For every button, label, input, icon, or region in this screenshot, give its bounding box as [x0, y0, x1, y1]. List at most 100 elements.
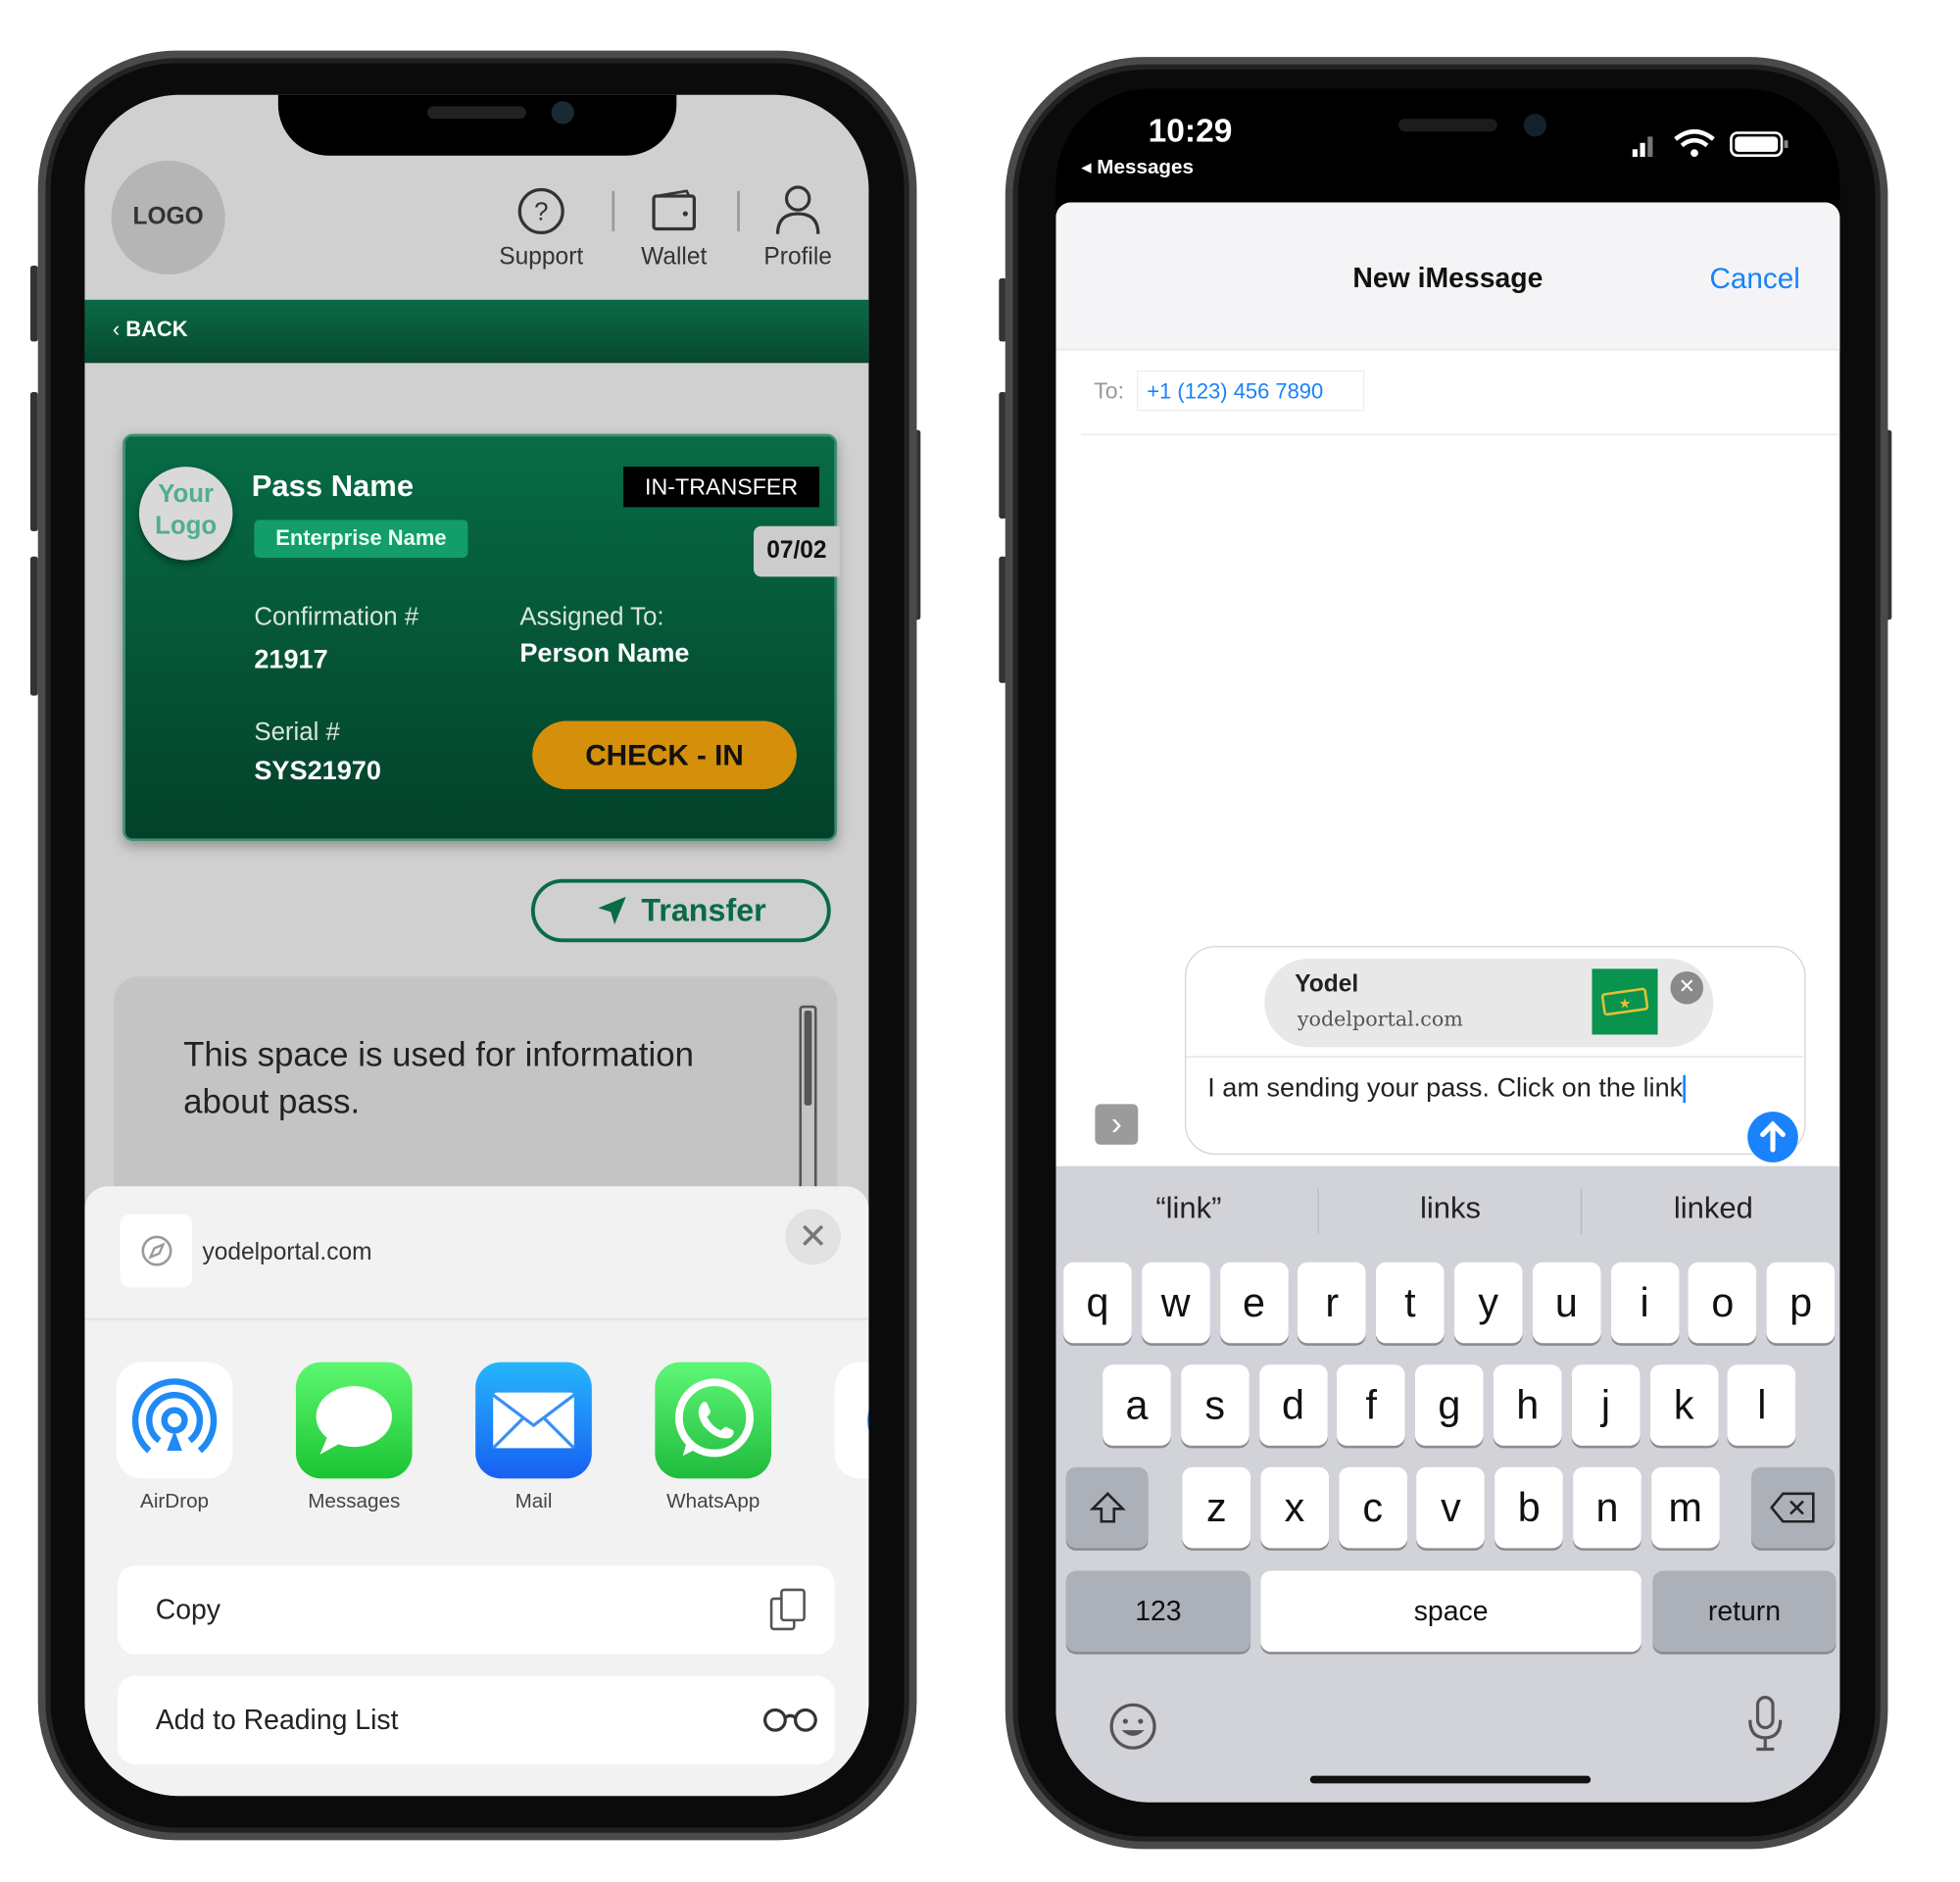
- pass-card: Your Logo Pass Name Enterprise Name IN-T…: [122, 433, 840, 842]
- key-n[interactable]: n: [1573, 1466, 1642, 1549]
- nav-wallet-label: Wallet: [641, 244, 708, 272]
- key-z[interactable]: z: [1182, 1466, 1251, 1549]
- key-s[interactable]: s: [1180, 1364, 1250, 1446]
- recipient-field[interactable]: +1 (123) 456 7890: [1136, 371, 1365, 412]
- home-indicator[interactable]: [1309, 1775, 1592, 1784]
- nav-wallet[interactable]: Wallet: [617, 186, 731, 272]
- check-in-button[interactable]: CHECK - IN: [532, 720, 797, 790]
- key-k[interactable]: k: [1649, 1364, 1718, 1446]
- copy-icon: [769, 1588, 806, 1631]
- key-i[interactable]: i: [1610, 1262, 1679, 1344]
- divider: [1580, 1188, 1583, 1235]
- status-badge: IN-TRANSFER: [623, 467, 820, 508]
- add-to-reading-list-action[interactable]: Add to Reading List: [117, 1675, 835, 1764]
- share-app-whatsapp[interactable]: WhatsApp: [655, 1362, 772, 1514]
- suggestion-2[interactable]: linked: [1587, 1191, 1839, 1226]
- emoji-button[interactable]: [1107, 1701, 1158, 1752]
- key-b[interactable]: b: [1494, 1466, 1564, 1549]
- arrow-up-icon: [1760, 1120, 1786, 1153]
- nav-profile-label: Profile: [763, 244, 832, 272]
- suggestion-1[interactable]: links: [1324, 1191, 1577, 1226]
- compass-icon: [140, 1235, 172, 1266]
- info-scrollbar[interactable]: [799, 1005, 817, 1209]
- key-h[interactable]: h: [1493, 1364, 1562, 1446]
- apps-expand-button[interactable]: ›: [1095, 1104, 1139, 1145]
- pass-app-screen: LOGO ? Support Wallet Profile ‹ BACK You…: [84, 94, 869, 1797]
- app-logo[interactable]: LOGO: [111, 160, 225, 274]
- nav-support-label: Support: [499, 244, 584, 272]
- suggestion-0[interactable]: “link”: [1062, 1191, 1315, 1226]
- user-icon: [775, 185, 820, 234]
- key-g[interactable]: g: [1415, 1364, 1484, 1446]
- close-icon: ✕: [1678, 976, 1695, 999]
- copy-label: Copy: [155, 1593, 220, 1626]
- close-share-button[interactable]: ✕: [785, 1209, 842, 1265]
- chevron-right-icon: ›: [1110, 1104, 1122, 1143]
- volume-up-button: [29, 391, 38, 531]
- divider: [84, 1317, 869, 1321]
- return-key[interactable]: return: [1652, 1570, 1837, 1653]
- key-x[interactable]: x: [1260, 1466, 1329, 1549]
- to-label: To:: [1094, 377, 1125, 404]
- back-to-app[interactable]: ◂ Messages: [1081, 154, 1194, 179]
- key-t[interactable]: t: [1376, 1262, 1445, 1344]
- space-key[interactable]: space: [1260, 1570, 1642, 1653]
- nav-profile[interactable]: Profile: [741, 183, 855, 272]
- volume-down-button: [29, 556, 38, 696]
- key-o[interactable]: o: [1689, 1262, 1757, 1344]
- pass-logo: Your Logo: [138, 467, 233, 561]
- key-u[interactable]: u: [1532, 1262, 1601, 1344]
- pass-name: Pass Name: [251, 469, 415, 504]
- key-r[interactable]: r: [1298, 1262, 1367, 1344]
- key-q[interactable]: q: [1063, 1262, 1132, 1344]
- wifi-icon: [1674, 128, 1715, 148]
- cancel-button[interactable]: Cancel: [1709, 262, 1799, 296]
- dictation-button[interactable]: [1745, 1695, 1786, 1753]
- battery-icon: [1730, 131, 1788, 157]
- key-d[interactable]: d: [1258, 1364, 1328, 1446]
- key-f[interactable]: f: [1337, 1364, 1406, 1446]
- transfer-label: Transfer: [641, 892, 766, 928]
- nav-support[interactable]: ? Support: [484, 186, 598, 272]
- key-a[interactable]: a: [1102, 1364, 1171, 1446]
- divider: [1317, 1188, 1319, 1235]
- share-app-partial[interactable]: S: [834, 1362, 869, 1514]
- mail-icon: [475, 1362, 592, 1479]
- text-cursor: [1683, 1075, 1686, 1104]
- key-p[interactable]: p: [1766, 1262, 1836, 1344]
- ticket-thumbnail: ★: [1592, 968, 1658, 1035]
- speaker: [1398, 119, 1497, 132]
- message-input[interactable]: Yodel yodelportal.com ★ ✕ I am sending y…: [1185, 946, 1806, 1163]
- mute-switch: [29, 265, 38, 342]
- share-app-mail[interactable]: Mail: [475, 1362, 592, 1514]
- message-text[interactable]: I am sending your pass. Click on the lin…: [1207, 1071, 1713, 1106]
- numbers-key[interactable]: 123: [1065, 1570, 1251, 1653]
- send-button[interactable]: [1747, 1112, 1798, 1163]
- key-l[interactable]: l: [1728, 1364, 1796, 1446]
- remove-preview-button[interactable]: ✕: [1670, 970, 1704, 1005]
- copy-action[interactable]: Copy: [117, 1565, 835, 1655]
- transfer-button[interactable]: Transfer: [530, 878, 831, 943]
- serial-value: SYS21970: [254, 756, 381, 786]
- share-app-messages[interactable]: Messages: [295, 1362, 413, 1514]
- share-app-airdrop[interactable]: AirDrop: [116, 1362, 233, 1514]
- keyboard: “link” links linked q w e r t y u i o p a s d f g h j k l z x c v…: [1055, 1165, 1840, 1803]
- whatsapp-icon: [655, 1362, 772, 1479]
- key-j[interactable]: j: [1571, 1364, 1641, 1446]
- link-domain: yodelportal.com: [1297, 1007, 1463, 1031]
- share-url: yodelportal.com: [202, 1239, 372, 1266]
- key-e[interactable]: e: [1219, 1262, 1289, 1344]
- back-button[interactable]: ‹ BACK: [113, 318, 188, 343]
- backspace-key[interactable]: [1751, 1466, 1836, 1549]
- airdrop-icon: [116, 1362, 233, 1479]
- shift-key[interactable]: [1065, 1466, 1149, 1549]
- key-v[interactable]: v: [1416, 1466, 1486, 1549]
- key-c[interactable]: c: [1338, 1466, 1407, 1549]
- key-w[interactable]: w: [1141, 1262, 1210, 1344]
- key-m[interactable]: m: [1650, 1466, 1720, 1549]
- app-icon-partial: [834, 1362, 869, 1479]
- key-y[interactable]: y: [1453, 1262, 1523, 1344]
- link-preview[interactable]: Yodel yodelportal.com ★: [1264, 959, 1714, 1048]
- date-tab: 07/02: [754, 525, 840, 577]
- back-bar: ‹ BACK: [84, 299, 869, 364]
